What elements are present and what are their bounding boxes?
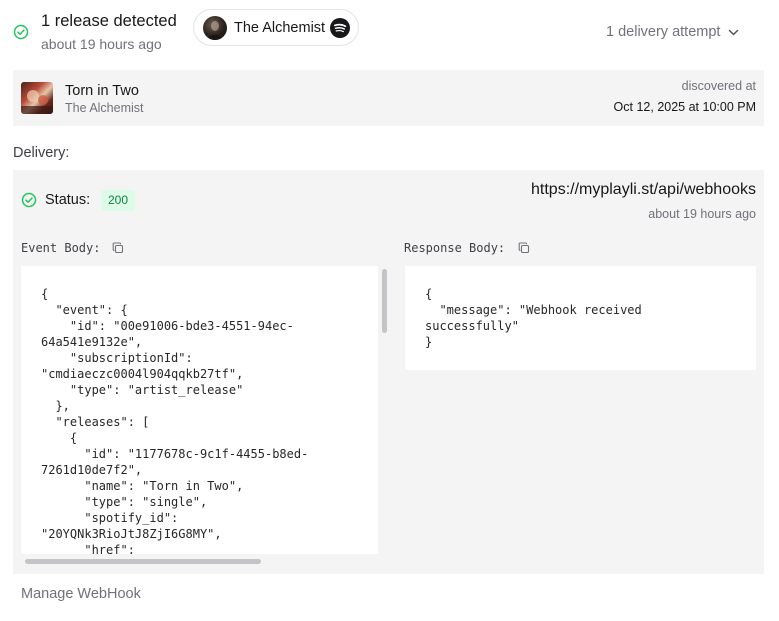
event-body-vertical-scrollbar[interactable] xyxy=(382,269,387,333)
track-artwork xyxy=(21,82,53,114)
delivery-attempts-toggle[interactable]: 1 delivery attempt xyxy=(606,24,720,40)
event-body-horizontal-scrollbar[interactable] xyxy=(25,559,261,564)
release-track-card: Torn in Two The Alchemist discovered at … xyxy=(13,70,764,126)
release-header[interactable]: 1 release detected about 19 hours ago Th… xyxy=(0,0,779,62)
event-body-label: Event Body: xyxy=(21,241,101,255)
manage-webhook-link[interactable]: Manage WebHook xyxy=(21,586,141,602)
artist-avatar xyxy=(203,16,227,40)
response-body-label: Response Body: xyxy=(404,241,506,255)
chevron-down-icon[interactable] xyxy=(727,26,740,39)
artist-name: The Alchemist xyxy=(234,20,326,36)
event-body-json: { "event": { "id": "00e91006-bde3-4551-9… xyxy=(41,287,309,554)
response-body-code[interactable]: { "message": "Webhook received successfu… xyxy=(405,266,756,370)
check-circle-icon xyxy=(21,192,37,208)
delivery-time: about 19 hours ago xyxy=(648,207,756,221)
event-body-code[interactable]: { "event": { "id": "00e91006-bde3-4551-9… xyxy=(21,266,378,554)
response-body-json: { "message": "Webhook received successfu… xyxy=(425,287,642,349)
delivery-section-label: Delivery: xyxy=(13,145,70,161)
status-label: Status: xyxy=(45,192,91,208)
track-artist: The Alchemist xyxy=(65,101,144,115)
copy-icon[interactable] xyxy=(112,242,124,254)
discovered-label: discovered at xyxy=(681,79,756,93)
check-circle-icon xyxy=(13,24,29,40)
discovered-date: Oct 12, 2025 at 10:00 PM xyxy=(613,100,756,114)
release-count-title: 1 release detected xyxy=(41,12,177,30)
status-badge: 200 xyxy=(101,190,136,211)
delivery-card: Status: 200 https://myplayli.st/api/webh… xyxy=(13,170,764,574)
webhook-url: https://myplayli.st/api/webhooks xyxy=(531,181,756,198)
track-name: Torn in Two xyxy=(65,83,139,99)
copy-icon[interactable] xyxy=(518,242,530,254)
artist-pill[interactable]: The Alchemist xyxy=(193,9,359,46)
spotify-icon xyxy=(330,18,350,38)
release-time: about 19 hours ago xyxy=(41,36,162,52)
